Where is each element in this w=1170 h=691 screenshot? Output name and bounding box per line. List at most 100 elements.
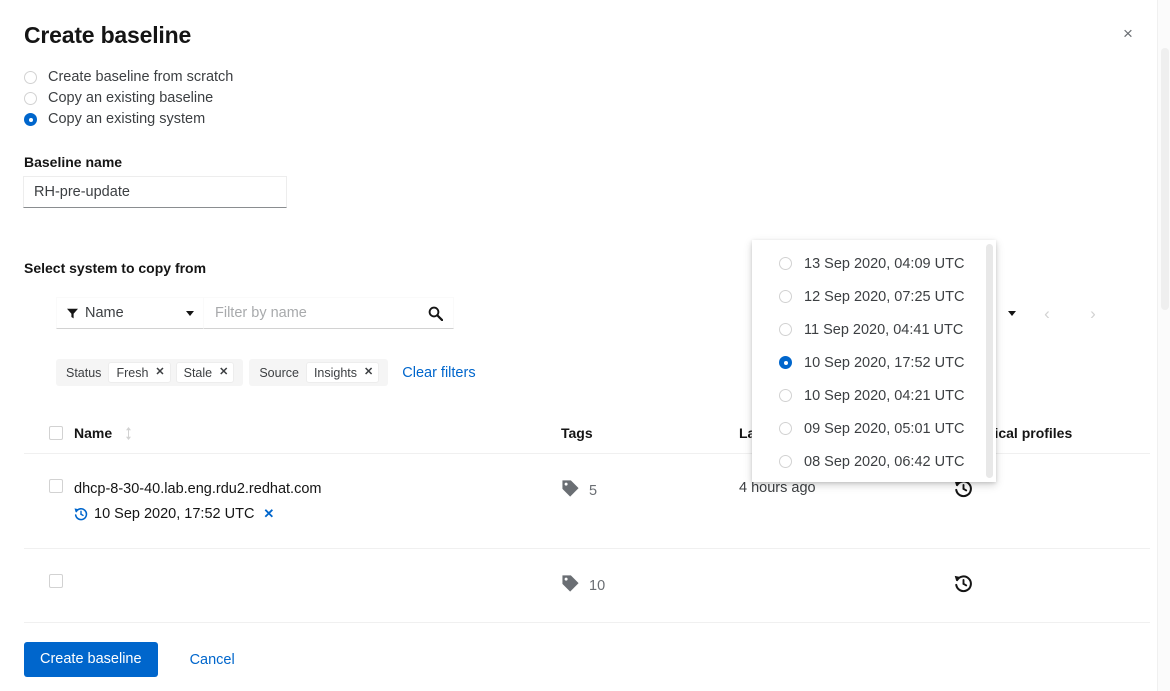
radio-icon <box>779 422 792 435</box>
chip-group-label: Source <box>259 365 299 380</box>
cancel-button[interactable]: Cancel <box>180 645 245 675</box>
chip-group-status: Status Fresh ✕ Stale ✕ <box>56 359 244 386</box>
chip-fresh: Fresh ✕ <box>108 362 171 383</box>
modal-footer: Create baseline Cancel <box>0 628 1157 691</box>
pagination-prev-button[interactable]: ‹ <box>1024 300 1070 326</box>
historical-profile-option[interactable]: 08 Sep 2020, 06:42 UTC <box>752 445 996 478</box>
historical-profiles-icon[interactable] <box>954 574 973 593</box>
dropdown-scrollbar-thumb[interactable] <box>986 244 993 478</box>
chevron-down-icon <box>186 310 194 316</box>
chip-label: Fresh <box>116 365 149 380</box>
table-row: 10 <box>24 549 1150 623</box>
select-all-checkbox[interactable] <box>49 426 63 440</box>
chip-group-label: Status <box>66 365 102 380</box>
row-last-seen: 4 hours ago <box>739 480 816 496</box>
search-icon[interactable] <box>424 306 447 321</box>
row-historical-profiles-cell <box>954 574 1134 593</box>
radio-icon <box>24 71 37 84</box>
historical-profile-option[interactable]: 13 Sep 2020, 04:09 UTC <box>752 247 996 280</box>
radio-create-from-scratch[interactable]: Create baseline from scratch <box>24 67 233 88</box>
radio-icon <box>779 389 792 402</box>
radio-copy-existing-system[interactable]: Copy an existing system <box>24 109 233 130</box>
historical-profile-option-label: 11 Sep 2020, 04:41 UTC <box>804 321 964 338</box>
baseline-name-label: Baseline name <box>24 154 123 170</box>
historical-profile-option-label: 09 Sep 2020, 05:01 UTC <box>804 420 965 437</box>
clear-profile-icon[interactable]: ✕ <box>263 504 274 524</box>
row-checkbox[interactable] <box>49 479 63 493</box>
historical-profile-option-label: 10 Sep 2020, 17:52 UTC <box>804 354 965 371</box>
chip-insights: Insights ✕ <box>305 362 380 383</box>
row-select-cell <box>24 479 74 493</box>
close-icon[interactable]: × <box>1113 18 1143 48</box>
radio-label: Create baseline from scratch <box>48 69 234 85</box>
active-filter-chips: Status Fresh ✕ Stale ✕ Source Insights ✕… <box>56 359 476 386</box>
chip-label: Insights <box>313 365 358 380</box>
chip-label: Stale <box>183 365 213 380</box>
row-selected-profile: 10 Sep 2020, 17:52 UTC ✕ <box>74 504 561 524</box>
historical-profile-option-label: 12 Sep 2020, 07:25 UTC <box>804 288 965 305</box>
row-name-cell: dhcp-8-30-40.lab.eng.rdu2.redhat.com 10 … <box>74 479 561 524</box>
historical-profile-option-label: 10 Sep 2020, 04:21 UTC <box>804 387 965 404</box>
baseline-name-input[interactable] <box>23 176 287 208</box>
page-scrollbar-thumb[interactable] <box>1161 48 1169 310</box>
select-all-cell <box>24 426 74 440</box>
tag-icon <box>561 574 580 598</box>
radio-icon <box>779 257 792 270</box>
historical-profile-option-list: 13 Sep 2020, 04:09 UTC 12 Sep 2020, 07:2… <box>752 240 996 478</box>
pagination-next-button[interactable]: › <box>1070 300 1116 326</box>
historical-profile-dropdown: 13 Sep 2020, 04:09 UTC 12 Sep 2020, 07:2… <box>752 240 996 482</box>
radio-label: Copy an existing baseline <box>48 90 214 106</box>
radio-icon <box>779 290 792 303</box>
funnel-icon <box>67 308 78 319</box>
tag-icon <box>561 479 580 503</box>
pagination: ‹ › <box>1000 300 1116 326</box>
historical-profile-option[interactable]: 09 Sep 2020, 05:01 UTC <box>752 412 996 445</box>
radio-icon <box>24 92 37 105</box>
row-hostname: dhcp-8-30-40.lab.eng.rdu2.redhat.com <box>74 481 322 497</box>
dropdown-scrollbar[interactable] <box>983 240 996 482</box>
historical-profile-option-label: 08 Sep 2020, 06:42 UTC <box>804 453 965 470</box>
radio-icon <box>779 455 792 468</box>
history-icon <box>74 507 88 521</box>
chip-remove-icon[interactable]: ✕ <box>219 367 228 378</box>
select-system-label: Select system to copy from <box>24 260 207 276</box>
row-profile-timestamp: 10 Sep 2020, 17:52 UTC <box>94 506 255 522</box>
creation-mode-radio-group: Create baseline from scratch Copy an exi… <box>24 67 233 130</box>
chip-remove-icon[interactable]: ✕ <box>155 367 164 378</box>
row-select-cell <box>24 574 74 588</box>
page-title: Create baseline <box>24 22 192 48</box>
sort-icon[interactable] <box>124 426 133 440</box>
column-header-label: Name <box>74 425 113 441</box>
filter-toolbar: Name <box>56 297 454 329</box>
search-box <box>204 297 454 329</box>
row-tags-cell: 10 <box>561 574 739 598</box>
filter-category-select[interactable]: Name <box>56 297 204 329</box>
historical-profile-option-selected[interactable]: 10 Sep 2020, 17:52 UTC <box>752 346 996 379</box>
chip-remove-icon[interactable]: ✕ <box>364 367 373 378</box>
search-input[interactable] <box>213 304 424 322</box>
page-scrollbar[interactable] <box>1157 0 1170 691</box>
pagination-options-caret-icon[interactable] <box>1000 300 1024 326</box>
tag-count: 5 <box>589 483 598 499</box>
column-header-tags: Tags <box>561 425 739 441</box>
radio-label: Copy an existing system <box>48 111 206 127</box>
historical-profile-option[interactable]: 12 Sep 2020, 07:25 UTC <box>752 280 996 313</box>
clear-filters-link[interactable]: Clear filters <box>402 365 475 381</box>
radio-icon <box>779 323 792 336</box>
create-baseline-button[interactable]: Create baseline <box>24 642 158 677</box>
radio-icon-selected <box>24 113 37 126</box>
chip-stale: Stale ✕ <box>175 362 235 383</box>
filter-category-value: Name <box>85 305 124 321</box>
column-header-label: Tags <box>561 425 593 441</box>
column-header-name[interactable]: Name <box>74 425 561 441</box>
historical-profile-option[interactable]: 10 Sep 2020, 04:21 UTC <box>752 379 996 412</box>
create-baseline-modal: × Create baseline Create baseline from s… <box>0 0 1170 691</box>
row-tags-cell: 5 <box>561 479 739 503</box>
row-checkbox[interactable] <box>49 574 63 588</box>
historical-profile-option-label: 13 Sep 2020, 04:09 UTC <box>804 255 965 272</box>
radio-copy-existing-baseline[interactable]: Copy an existing baseline <box>24 88 233 109</box>
tag-count: 10 <box>589 578 606 594</box>
radio-icon-selected <box>779 356 792 369</box>
historical-profile-option[interactable]: 11 Sep 2020, 04:41 UTC <box>752 313 996 346</box>
chip-group-source: Source Insights ✕ <box>249 359 389 386</box>
